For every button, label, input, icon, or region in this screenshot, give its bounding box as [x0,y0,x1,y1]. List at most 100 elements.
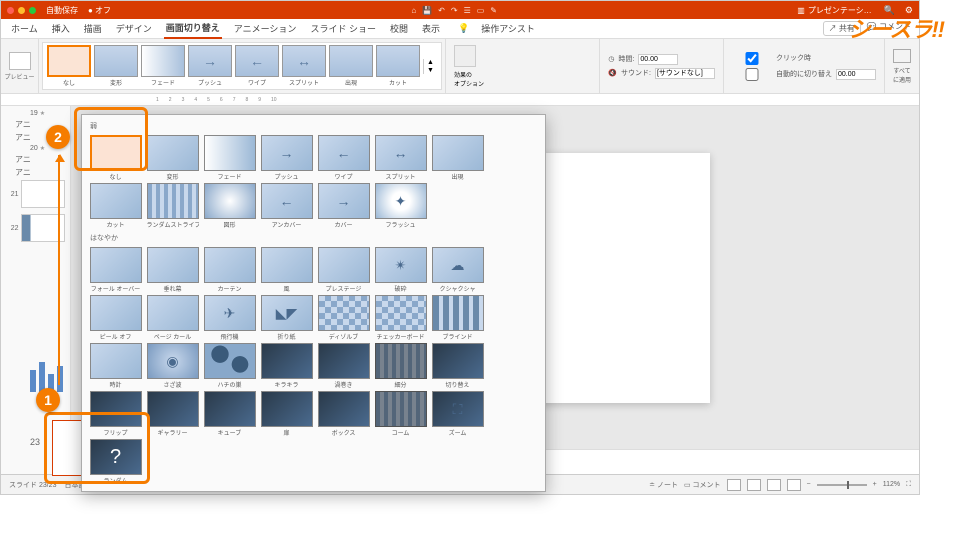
comments-toggle[interactable]: ▭ コメント [684,480,721,490]
effect-options[interactable]: 効果の オプション [445,39,492,93]
apply-all-button[interactable]: すべて に適用 [884,39,919,93]
gallery-item[interactable]: 細分 [373,343,428,389]
normal-view-icon[interactable] [727,479,741,491]
window-close[interactable] [7,7,14,14]
gallery-item[interactable]: ディゾルブ [316,295,371,341]
sound-icon: 🔇 [608,69,617,77]
slide-thumb[interactable]: 22 [7,214,65,242]
undo-icon[interactable]: ↶ [438,6,445,15]
tab-home[interactable]: ホーム [9,19,40,38]
transition-cut[interactable]: カット [376,45,420,87]
slide-thumb[interactable]: 20★ [26,145,45,152]
gallery-item[interactable]: ページ カール [145,295,200,341]
transition-reveal[interactable]: 出現 [329,45,373,87]
slide-thumb[interactable]: 21 [7,180,65,208]
gallery-item[interactable]: カット [88,183,143,229]
transition-morph[interactable]: 変形 [94,45,138,87]
preview-button[interactable]: プレビュー [1,39,39,93]
gallery-item[interactable]: 切り替え [430,343,485,389]
tab-view[interactable]: 表示 [420,19,442,38]
gallery-item[interactable]: ハチの巣 [202,343,257,389]
gallery-item[interactable]: ✈飛行機 [202,295,257,341]
notes-toggle[interactable]: ≐ ノート [649,480,678,490]
gallery-item[interactable]: ランダムストライプ [145,183,200,229]
gallery-item[interactable]: 渦巻き [316,343,371,389]
onclick-checkbox[interactable] [732,52,772,65]
tab-insert[interactable]: 挿入 [50,19,72,38]
gallery-item[interactable]: →カバー [316,183,371,229]
gallery-item[interactable]: 風 [259,247,314,293]
gallery-item[interactable]: 出現 [430,135,485,181]
gallery-item[interactable]: ◉さざ波 [145,343,200,389]
slide-count[interactable]: スライド 23/23 [9,480,56,490]
zoom-in[interactable]: + [873,481,877,488]
autosave-toggle[interactable]: ● オフ [88,5,111,16]
tell-me[interactable]: 操作アシスト [479,19,537,38]
sound-select[interactable] [655,68,715,79]
gallery-item[interactable]: ✦フラッシュ [373,183,428,229]
gallery-item[interactable]: ブラインド [430,295,485,341]
window-maximize[interactable] [29,7,36,14]
sorter-view-icon[interactable] [747,479,761,491]
duration-input[interactable] [638,54,678,65]
reading-view-icon[interactable] [767,479,781,491]
slideshow-view-icon[interactable] [787,479,801,491]
gallery-item[interactable]: 変形 [145,135,200,181]
transition-split[interactable]: ↔スプリット [282,45,326,87]
gallery-item[interactable]: ギャラリー [145,391,200,437]
gallery-item[interactable]: キューブ [202,391,257,437]
transition-fade[interactable]: フェード [141,45,185,87]
gallery-expand[interactable]: ▲▼ [423,59,437,74]
qat-icon[interactable]: ▭ [477,6,485,15]
callout-arrow [58,155,60,385]
gallery-item[interactable]: キラキラ [259,343,314,389]
transition-wipe[interactable]: ←ワイプ [235,45,279,87]
fit-icon[interactable]: ⛶ [906,481,911,489]
gallery-item[interactable]: フェード [202,135,257,181]
gallery-item[interactable]: ↔スプリット [373,135,428,181]
gallery-item[interactable]: ←ワイプ [316,135,371,181]
gallery-item[interactable]: 垂れ幕 [145,247,200,293]
gallery-item[interactable]: ?ランダム [88,439,143,485]
zoom-level[interactable]: 112% [883,481,900,488]
tab-draw[interactable]: 描画 [82,19,104,38]
ribbon: プレビュー なし 変形 フェード →プッシュ ←ワイプ ↔スプリット 出現 カッ… [1,39,919,94]
tab-animations[interactable]: アニメーション [232,19,299,38]
callout-badge-2: 2 [46,125,70,149]
gallery-item[interactable]: コーム [373,391,428,437]
qat-icon[interactable]: ✎ [490,6,497,15]
zoom-slider[interactable] [817,484,867,486]
gallery-item[interactable]: ピール オフ [88,295,143,341]
gallery-item[interactable]: フォール オーバー [88,247,143,293]
gallery-item[interactable]: ◣◤折り紙 [259,295,314,341]
gallery-item[interactable]: →プッシュ [259,135,314,181]
gallery-item[interactable]: カーテン [202,247,257,293]
transition-none[interactable]: なし [47,45,91,87]
tab-review[interactable]: 校閲 [388,19,410,38]
auto-checkbox[interactable] [732,68,772,81]
qat-icon[interactable]: ☰ [464,6,471,15]
gallery-item[interactable]: プレステージ [316,247,371,293]
redo-icon[interactable]: ↷ [451,6,458,15]
home-icon[interactable]: ⌂ [411,6,416,15]
tab-design[interactable]: デザイン [114,19,154,38]
save-icon[interactable]: 💾 [422,6,432,15]
tab-slideshow[interactable]: スライド ショー [308,19,378,38]
auto-time-input[interactable] [836,69,876,80]
slide-thumb[interactable]: 19★ [26,110,45,117]
gallery-item[interactable]: 時計 [88,343,143,389]
gallery-item[interactable]: ⛶ズーム [430,391,485,437]
gallery-item[interactable]: ボックス [316,391,371,437]
gallery-item[interactable]: フリップ [88,391,143,437]
zoom-out[interactable]: − [807,481,811,488]
gallery-item[interactable]: 図形 [202,183,257,229]
gallery-item[interactable]: ☁クシャクシャ [430,247,485,293]
gallery-item[interactable]: 扉 [259,391,314,437]
gallery-item[interactable]: チェッカーボード [373,295,428,341]
transition-push[interactable]: →プッシュ [188,45,232,87]
tab-transitions[interactable]: 画面切り替え [164,18,222,39]
gallery-item[interactable]: ✴破砕 [373,247,428,293]
window-minimize[interactable] [18,7,25,14]
gallery-item-none[interactable]: なし [88,135,143,181]
gallery-item[interactable]: ←アンカバー [259,183,314,229]
